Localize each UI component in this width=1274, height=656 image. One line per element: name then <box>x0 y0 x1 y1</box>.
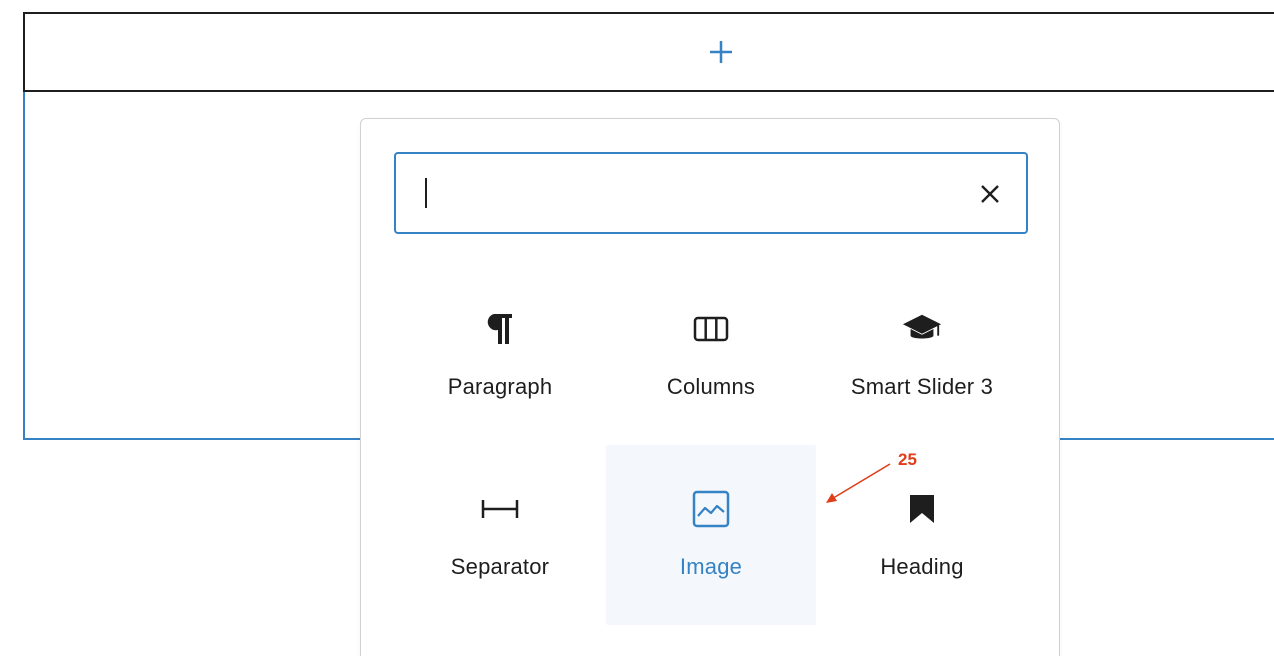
bookmark-icon <box>902 489 942 529</box>
block-label: Columns <box>666 374 756 399</box>
separator-icon <box>480 489 520 529</box>
paragraph-icon <box>480 309 520 349</box>
clear-search-button[interactable] <box>970 174 1010 214</box>
block-item-image[interactable]: Image <box>606 445 816 625</box>
text-caret <box>425 178 427 208</box>
block-item-columns[interactable]: Columns <box>606 265 816 445</box>
image-icon <box>691 489 731 529</box>
block-label: Smart Slider 3 <box>850 374 994 399</box>
close-icon <box>981 185 999 203</box>
block-label: Image <box>679 554 743 579</box>
block-item-heading[interactable]: Heading <box>817 445 1027 625</box>
block-label: Separator <box>450 554 550 579</box>
graduation-cap-icon <box>902 309 942 349</box>
plus-icon <box>710 41 732 63</box>
columns-icon <box>691 309 731 349</box>
block-label: Heading <box>880 554 964 579</box>
search-box[interactable] <box>394 152 1028 234</box>
block-item-separator[interactable]: Separator <box>395 445 605 625</box>
search-input[interactable] <box>414 168 958 220</box>
block-label: Paragraph <box>447 374 553 399</box>
editor-canvas: Paragraph Columns Smart Slider 3 Separat… <box>0 0 1274 656</box>
add-block-button[interactable] <box>697 28 745 76</box>
block-item-smart-slider[interactable]: Smart Slider 3 <box>817 265 1027 445</box>
block-grid: Paragraph Columns Smart Slider 3 Separat… <box>395 265 1027 625</box>
block-inserter-popover: Paragraph Columns Smart Slider 3 Separat… <box>360 118 1060 656</box>
block-appender <box>23 12 1274 92</box>
block-item-paragraph[interactable]: Paragraph <box>395 265 605 445</box>
